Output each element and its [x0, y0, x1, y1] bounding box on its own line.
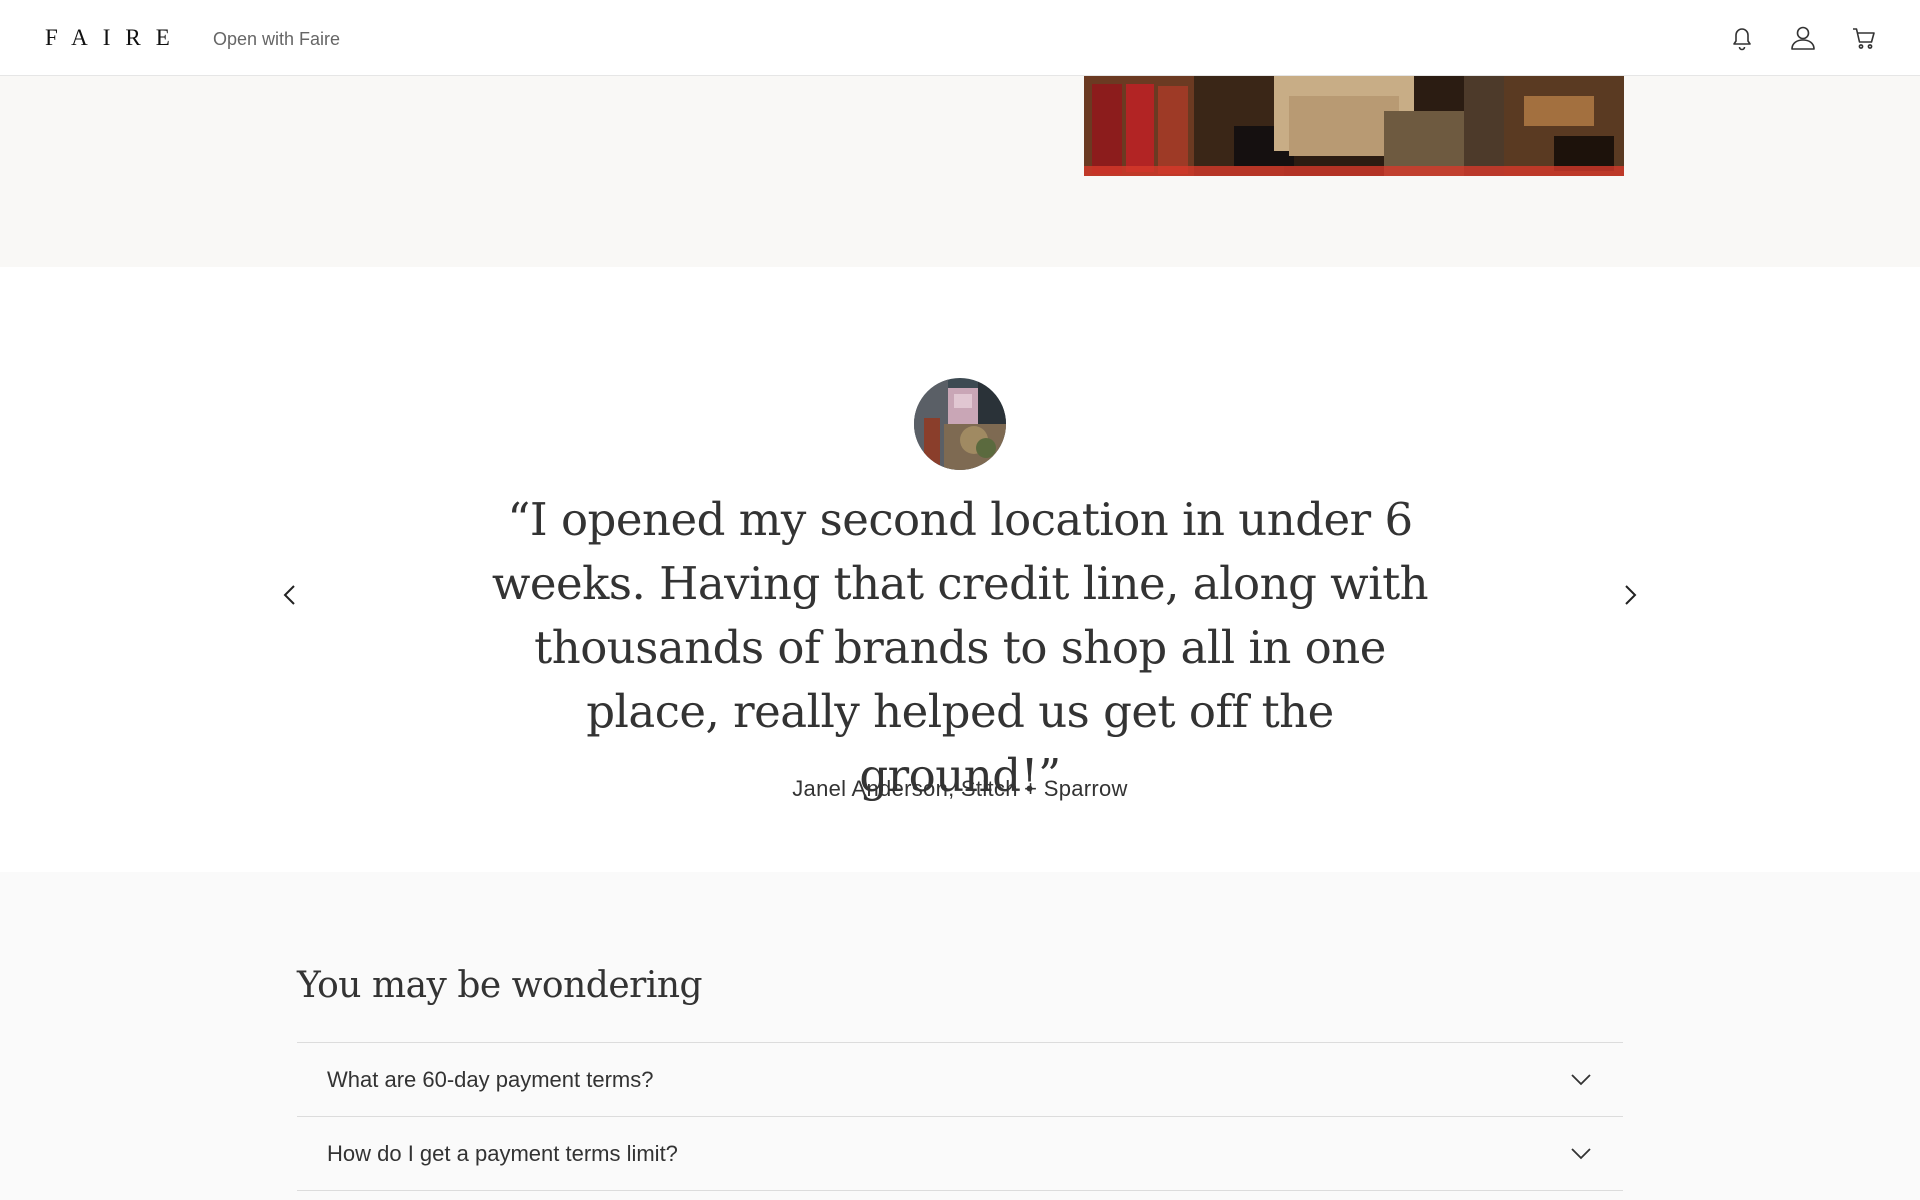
testimonial-section: “I opened my second location in under 6 … — [0, 267, 1920, 872]
top-nav: FAIRE Open with Faire — [0, 0, 1920, 76]
bell-icon[interactable] — [1727, 23, 1757, 53]
hero-band — [0, 76, 1920, 267]
faq-question: What are 60-day payment terms? — [327, 1067, 654, 1092]
chevron-right-icon[interactable] — [1615, 580, 1645, 610]
testimonial-attribution: Janel Anderson, Stitch + Sparrow — [792, 776, 1128, 801]
faq-section: You may be wondering What are 60-day pay… — [0, 872, 1920, 1200]
cart-icon[interactable] — [1849, 23, 1879, 53]
testimonial-quote: “I opened my second location in under 6 … — [491, 493, 1429, 802]
faire-logo[interactable]: FAIRE — [45, 24, 185, 52]
open-with-faire-link[interactable]: Open with Faire — [213, 28, 340, 50]
avatar — [914, 378, 1006, 470]
store-interior-photo — [1084, 76, 1624, 176]
chevron-down-icon[interactable] — [1567, 1065, 1595, 1093]
chevron-down-icon[interactable] — [1567, 1139, 1595, 1167]
faq-title: You may be wondering — [297, 965, 703, 1006]
chevron-left-icon[interactable] — [275, 580, 305, 610]
account-icon[interactable] — [1788, 23, 1818, 53]
faq-question: How do I get a payment terms limit? — [327, 1141, 678, 1166]
faq-list: What are 60-day payment terms? How do I … — [297, 1042, 1623, 1191]
faq-item[interactable]: How do I get a payment terms limit? — [297, 1117, 1623, 1191]
faq-item[interactable]: What are 60-day payment terms? — [297, 1043, 1623, 1117]
